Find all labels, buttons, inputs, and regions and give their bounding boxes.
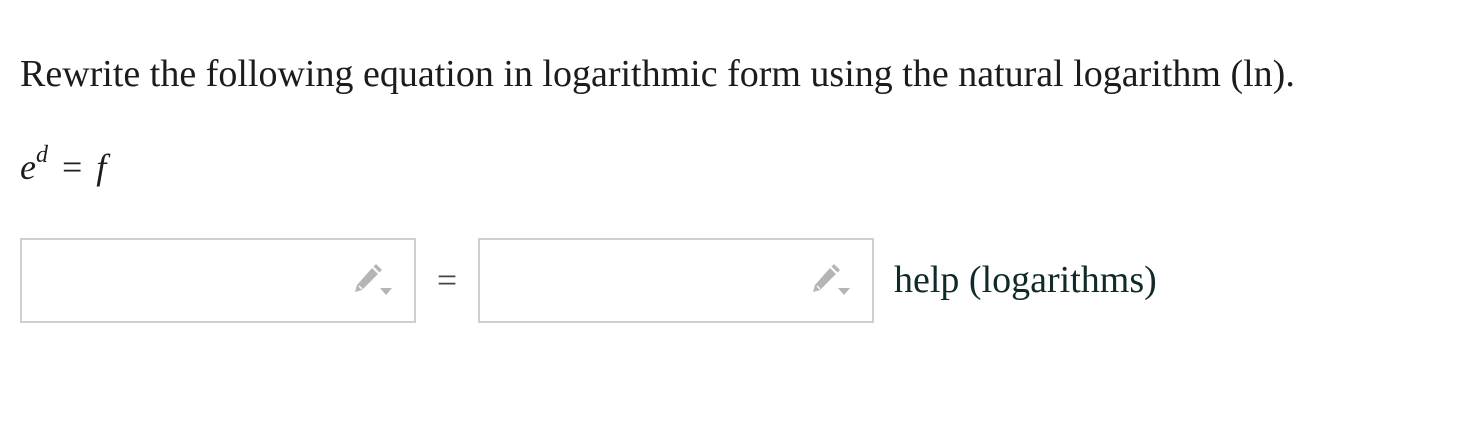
equation-rhs: f: [96, 147, 107, 187]
help-logarithms-link[interactable]: help (logarithms): [894, 258, 1157, 302]
answer-row: = help (logarithms): [20, 236, 1157, 324]
pencil-icon[interactable]: [808, 263, 852, 304]
equation-exponent: d: [35, 142, 48, 168]
left-answer-input[interactable]: [20, 237, 416, 323]
pencil-icon[interactable]: [350, 263, 394, 304]
given-equation: ed = f: [20, 142, 107, 189]
equation-operator: =: [61, 147, 83, 187]
equation-base: e: [20, 147, 36, 187]
right-answer-input[interactable]: [478, 237, 874, 323]
equals-sign: =: [436, 260, 458, 300]
question-prompt: Rewrite the following equation in logari…: [20, 53, 1295, 95]
